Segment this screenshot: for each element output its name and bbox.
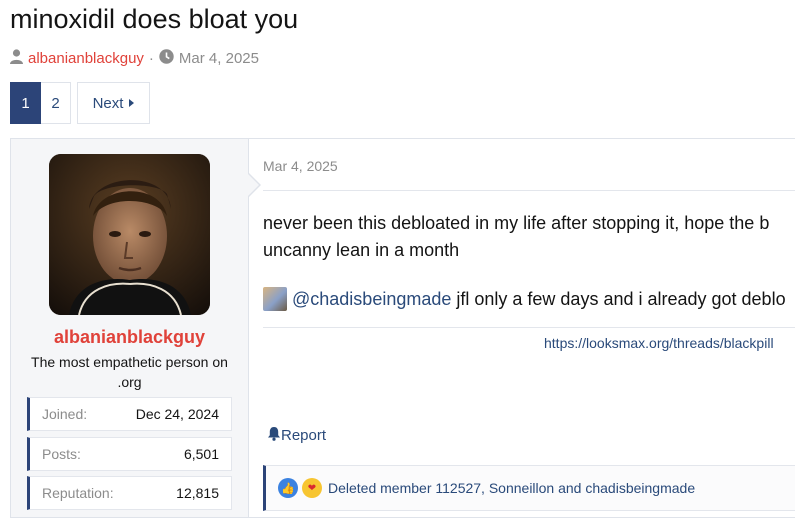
reaction-users-link[interactable]: Deleted member 112527, Sonneillon and ch… (328, 480, 695, 496)
bell-icon (267, 426, 281, 445)
user-cell-arrow (247, 172, 261, 198)
clock-icon (159, 49, 174, 68)
mention-link[interactable]: @chadisbeingmade (292, 289, 451, 310)
meta-separator: · (148, 50, 154, 67)
page-navigation: 1 2 Next (10, 82, 150, 124)
thread-date-link[interactable]: Mar 4, 2025 (179, 50, 259, 67)
stat-value: 12,815 (176, 485, 219, 501)
mention-line: @chadisbeingmade jfl only a few days and… (263, 287, 795, 311)
embed-link[interactable]: https://looksmax.org/threads/blackpill (544, 335, 774, 351)
stat-key: Posts: (42, 446, 81, 462)
mention-text: jfl only a few days and i already got de… (456, 288, 786, 309)
report-button[interactable]: Report (267, 426, 326, 445)
stat-reputation: Reputation: 12,815 (27, 476, 232, 510)
post-user-cell: albanianblackguy The most empathetic per… (11, 139, 261, 517)
reactions-bar: 👍 ❤ Deleted member 112527, Sonneillon an… (263, 465, 795, 511)
post-body-line-2: uncanny lean in a month (263, 240, 460, 260)
post-body-line-1: never been this debloated in my life aft… (263, 213, 770, 233)
post-header-divider (263, 190, 795, 191)
username-link[interactable]: albanianblackguy (11, 327, 248, 348)
report-label: Report (281, 427, 327, 444)
thread-author-link[interactable]: albanianblackguy (28, 50, 144, 67)
embed-divider (263, 327, 795, 328)
post-main-cell: Mar 4, 2025 never been this debloated in… (263, 139, 795, 517)
thread-title: minoxidil does bloat you (10, 4, 299, 34)
post-date-link[interactable]: Mar 4, 2025 (263, 158, 338, 174)
caret-right-icon (129, 99, 135, 107)
stat-joined: Joined: Dec 24, 2024 (27, 397, 232, 431)
mention-avatar[interactable] (263, 287, 287, 311)
user-avatar[interactable] (49, 154, 210, 315)
stat-key: Joined: (42, 406, 88, 422)
love-reaction-icon: ❤ (302, 478, 322, 498)
user-title: The most empathetic person on .org (31, 354, 228, 390)
like-reaction-icon: 👍 (278, 478, 298, 498)
post: albanianblackguy The most empathetic per… (10, 138, 795, 518)
next-page-button[interactable]: Next (77, 82, 150, 124)
user-icon (10, 49, 23, 68)
stat-value: Dec 24, 2024 (135, 406, 219, 422)
stat-key: Reputation: (42, 485, 114, 501)
stat-posts: Posts: 6,501 (27, 437, 232, 471)
stat-value: 6,501 (183, 446, 219, 462)
thread-meta: albanianblackguy · Mar 4, 2025 (10, 49, 259, 68)
page-button-1[interactable]: 1 (10, 82, 41, 124)
next-label: Next (92, 94, 124, 112)
post-body: never been this debloated in my life aft… (263, 210, 795, 264)
page-button-2[interactable]: 2 (41, 82, 71, 124)
